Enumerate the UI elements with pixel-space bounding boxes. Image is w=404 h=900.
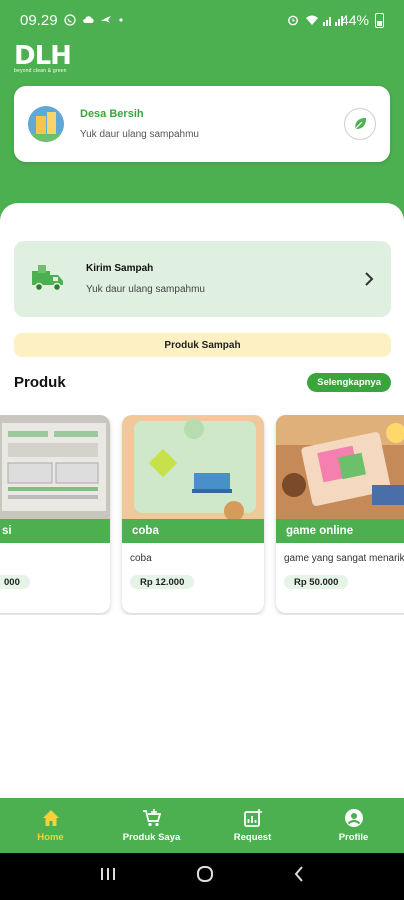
leaf-icon bbox=[353, 118, 366, 131]
product-image bbox=[276, 415, 404, 519]
product-name: coba bbox=[122, 519, 264, 543]
product-card[interactable]: coba coba Rp 12.000 bbox=[122, 415, 264, 613]
truck-icon bbox=[32, 265, 63, 292]
signal-icon bbox=[322, 14, 343, 26]
logo-text: DLH bbox=[14, 41, 72, 71]
home-system-icon[interactable] bbox=[195, 864, 215, 889]
nav-home-label: Home bbox=[37, 832, 64, 843]
wifi-icon bbox=[305, 14, 318, 26]
logo-tagline: beyond clean & green bbox=[14, 68, 67, 74]
product-price: 000 bbox=[0, 575, 30, 589]
home-icon bbox=[42, 810, 59, 826]
product-card[interactable]: si 000 bbox=[0, 415, 110, 613]
product-image bbox=[0, 415, 110, 519]
see-more-button[interactable]: Selengkapnya bbox=[307, 372, 391, 392]
bird-icon bbox=[100, 14, 112, 26]
main-content: Kirim Sampah Yuk daur ulang sampahmu Pro… bbox=[0, 203, 404, 800]
produk-sampah-banner[interactable]: Produk Sampah bbox=[14, 333, 391, 357]
recent-apps-icon[interactable] bbox=[99, 866, 117, 887]
product-price: Rp 12.000 bbox=[130, 575, 195, 589]
products-section-header: Produk Selengkapnya bbox=[14, 371, 391, 393]
leaf-button[interactable] bbox=[344, 108, 376, 140]
send-waste-title: Kirim Sampah bbox=[86, 263, 154, 274]
profile-icon bbox=[344, 809, 363, 827]
nav-produk-saya[interactable]: Produk Saya bbox=[101, 798, 202, 853]
status-time: 09.29 bbox=[20, 11, 58, 29]
nav-produk-saya-label: Produk Saya bbox=[122, 832, 181, 843]
dot-icon bbox=[118, 14, 130, 26]
village-card[interactable]: Desa Bersih Yuk daur ulang sampahmu bbox=[14, 86, 390, 162]
system-navigation-bar bbox=[0, 853, 404, 900]
product-image bbox=[122, 415, 264, 519]
village-subtitle: Yuk daur ulang sampahmu bbox=[80, 129, 199, 140]
village-avatar bbox=[28, 106, 64, 142]
status-bar: 09.29 44% bbox=[0, 0, 404, 40]
alarm-icon bbox=[287, 14, 299, 26]
product-description: game yang sangat menarik bbox=[284, 553, 404, 564]
nav-profile[interactable]: Profile bbox=[303, 798, 404, 853]
whatsapp-icon bbox=[63, 14, 76, 26]
product-name: si bbox=[2, 525, 12, 537]
products-section-title: Produk bbox=[14, 373, 66, 391]
battery-percent: 44% bbox=[340, 12, 369, 28]
request-icon bbox=[243, 809, 262, 827]
send-waste-card[interactable]: Kirim Sampah Yuk daur ulang sampahmu bbox=[14, 241, 391, 317]
chevron-right-icon bbox=[359, 269, 379, 289]
product-card[interactable]: game online game yang sangat menarik Rp … bbox=[276, 415, 404, 613]
nav-profile-label: Profile bbox=[338, 832, 369, 843]
app-header: DLH beyond clean & green Desa Bersih Yuk… bbox=[0, 40, 404, 205]
send-waste-subtitle: Yuk daur ulang sampahmu bbox=[86, 284, 205, 295]
product-name: game online bbox=[276, 519, 404, 543]
product-description: coba bbox=[130, 553, 152, 564]
village-name: Desa Bersih bbox=[80, 108, 144, 120]
cloud-icon bbox=[82, 14, 94, 26]
back-icon[interactable] bbox=[293, 865, 305, 888]
cart-icon bbox=[142, 809, 161, 827]
app-logo: DLH beyond clean & green bbox=[14, 41, 72, 74]
product-carousel[interactable]: si 000 coba coba Rp 12.000 game online g… bbox=[0, 415, 404, 615]
nav-request-label: Request bbox=[233, 832, 272, 843]
battery-icon bbox=[375, 12, 384, 28]
product-price: Rp 50.000 bbox=[284, 575, 349, 589]
bottom-nav: Home Produk Saya Request Profile bbox=[0, 798, 404, 853]
nav-home[interactable]: Home bbox=[0, 798, 101, 853]
nav-request[interactable]: Request bbox=[202, 798, 303, 853]
